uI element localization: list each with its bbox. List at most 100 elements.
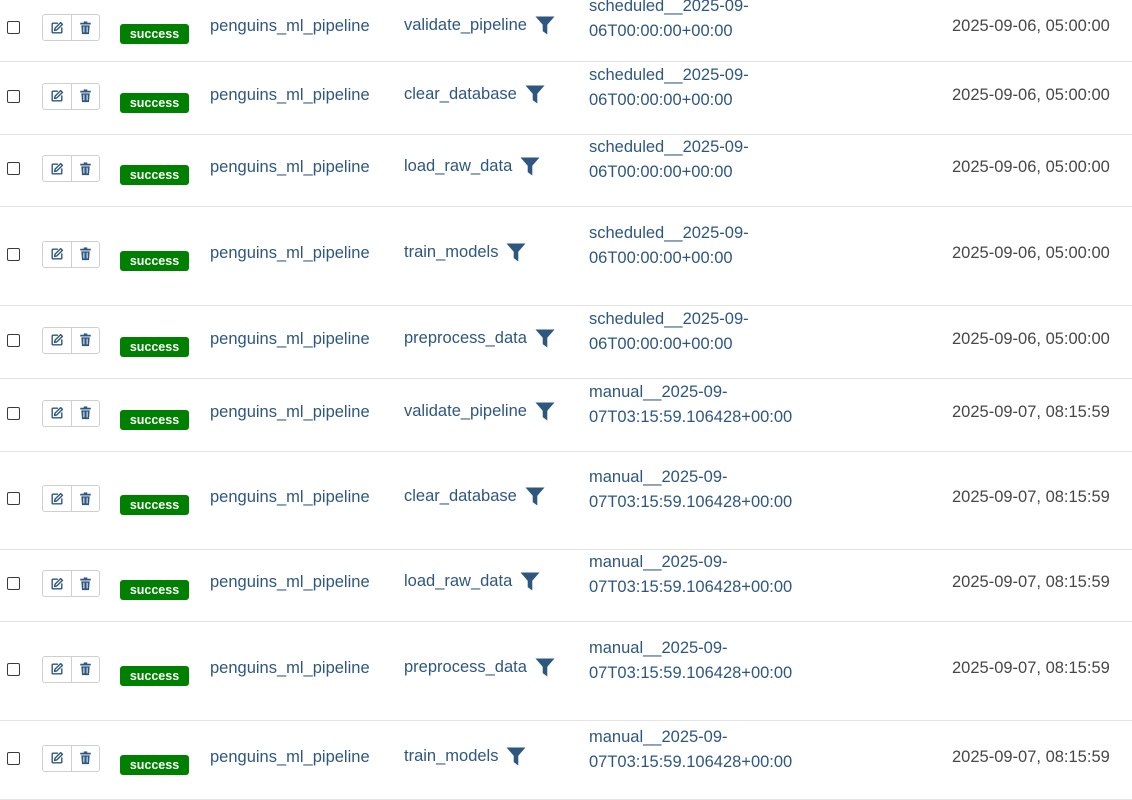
- run-id-line: 06T00:00:00+00:00: [589, 90, 733, 109]
- dag-id-link[interactable]: penguins_ml_pipeline: [210, 656, 370, 681]
- run-id-line: manual__2025-09-: [589, 382, 728, 401]
- delete-button[interactable]: [70, 656, 100, 682]
- run-id-link[interactable]: manual__2025-09- 07T03:15:59.106428+00:0…: [589, 465, 792, 515]
- run-id-line: 06T00:00:00+00:00: [589, 248, 733, 267]
- status-badge[interactable]: success: [120, 754, 189, 775]
- delete-button[interactable]: [70, 486, 100, 511]
- row-select-checkbox[interactable]: [7, 162, 20, 175]
- run-id-link[interactable]: manual__2025-09- 07T03:15:59.106428+00:0…: [589, 380, 792, 430]
- dag-id-link[interactable]: penguins_ml_pipeline: [210, 83, 370, 108]
- row-select-checkbox[interactable]: [7, 21, 20, 34]
- filter-button[interactable]: [520, 572, 540, 591]
- edit-icon: [51, 89, 63, 102]
- run-id-line: manual__2025-09-: [589, 638, 728, 657]
- task-id-cell: load_raw_data: [404, 154, 540, 179]
- status-badge[interactable]: success: [120, 580, 189, 600]
- delete-button[interactable]: [70, 745, 100, 771]
- row-select-checkbox[interactable]: [7, 89, 20, 103]
- status-badge[interactable]: success: [120, 165, 189, 185]
- run-id-link[interactable]: scheduled__2025-09- 06T00:00:00+00:00: [589, 307, 749, 357]
- edit-button[interactable]: [43, 401, 71, 426]
- row-select-checkbox[interactable]: [7, 751, 20, 765]
- run-id-link[interactable]: scheduled__2025-09- 06T00:00:00+00:00: [589, 221, 749, 271]
- status-badge[interactable]: success: [120, 665, 189, 686]
- filter-button[interactable]: [520, 157, 540, 176]
- filter-button[interactable]: [535, 402, 555, 421]
- edit-button[interactable]: [43, 657, 71, 682]
- edit-icon: [51, 492, 63, 505]
- status-badge[interactable]: success: [120, 409, 189, 430]
- delete-button[interactable]: [70, 156, 100, 181]
- funnel-icon: [520, 157, 540, 176]
- edit-button[interactable]: [43, 328, 71, 353]
- run-id-link[interactable]: scheduled__2025-09- 06T00:00:00+00:00: [589, 63, 749, 113]
- run-id-line: 07T03:15:59.106428+00:00: [589, 578, 793, 596]
- run-id-link[interactable]: manual__2025-09- 07T03:15:59.106428+00:0…: [589, 725, 792, 775]
- task-id-link[interactable]: validate_pipeline: [404, 399, 527, 424]
- delete-button[interactable]: [70, 15, 100, 40]
- task-id-link[interactable]: clear_database: [404, 82, 517, 107]
- dag-id-link[interactable]: penguins_ml_pipeline: [210, 570, 370, 595]
- delete-button[interactable]: [70, 400, 100, 426]
- run-id-link[interactable]: manual__2025-09- 07T03:15:59.106428+00:0…: [589, 550, 792, 600]
- row-actions: [42, 485, 100, 512]
- run-id-link[interactable]: scheduled__2025-09- 06T00:00:00+00:00: [589, 0, 749, 44]
- edit-button[interactable]: [43, 571, 71, 596]
- run-id-line: 07T03:15:59.106428+00:00: [589, 752, 793, 771]
- status-badge[interactable]: success: [120, 250, 189, 271]
- status-badge[interactable]: success: [120, 92, 189, 113]
- trash-icon: [80, 406, 91, 420]
- filter-button[interactable]: [525, 85, 545, 104]
- task-id-link[interactable]: train_models: [404, 744, 498, 769]
- task-id-link[interactable]: validate_pipeline: [404, 13, 527, 38]
- row-select-checkbox[interactable]: [7, 406, 20, 420]
- task-id-cell: validate_pipeline: [404, 399, 555, 424]
- filter-button[interactable]: [535, 329, 555, 348]
- edit-button[interactable]: [43, 156, 71, 181]
- edit-icon: [51, 333, 63, 346]
- logical-date: 2025-09-07, 08:15:59: [952, 488, 1110, 506]
- task-id-link[interactable]: load_raw_data: [404, 569, 512, 594]
- status-badge[interactable]: success: [120, 336, 189, 357]
- dag-id-link[interactable]: penguins_ml_pipeline: [210, 485, 370, 510]
- edit-button[interactable]: [43, 242, 71, 267]
- task-id-link[interactable]: clear_database: [404, 484, 517, 509]
- status-badge[interactable]: success: [120, 24, 189, 44]
- task-id-link[interactable]: preprocess_data: [404, 655, 527, 680]
- filter-button[interactable]: [525, 487, 545, 506]
- task-id-link[interactable]: train_models: [404, 240, 498, 265]
- dag-id-link[interactable]: penguins_ml_pipeline: [210, 241, 370, 266]
- delete-button[interactable]: [70, 327, 100, 353]
- dag-id-link[interactable]: penguins_ml_pipeline: [210, 14, 370, 39]
- run-id-link[interactable]: manual__2025-09- 07T03:15:59.106428+00:0…: [589, 636, 792, 686]
- dag-id-link[interactable]: penguins_ml_pipeline: [210, 745, 370, 770]
- run-id-link[interactable]: scheduled__2025-09- 06T00:00:00+00:00: [589, 135, 749, 185]
- filter-button[interactable]: [506, 747, 526, 766]
- delete-button[interactable]: [70, 571, 100, 596]
- dag-id-link[interactable]: penguins_ml_pipeline: [210, 400, 370, 425]
- run-id-line: 07T03:15:59.106428+00:00: [589, 407, 793, 426]
- dag-id-link[interactable]: penguins_ml_pipeline: [210, 327, 370, 352]
- filter-button[interactable]: [535, 16, 555, 35]
- edit-button[interactable]: [43, 746, 71, 771]
- status-badge[interactable]: success: [120, 495, 189, 515]
- dag-id-link[interactable]: penguins_ml_pipeline: [210, 155, 370, 180]
- task-id-link[interactable]: preprocess_data: [404, 326, 527, 351]
- row-select-checkbox[interactable]: [7, 662, 20, 676]
- row-select-checkbox[interactable]: [7, 247, 20, 261]
- funnel-icon: [525, 85, 545, 103]
- edit-button[interactable]: [43, 84, 71, 109]
- task-id-link[interactable]: load_raw_data: [404, 154, 512, 179]
- delete-button[interactable]: [70, 241, 100, 267]
- logical-date: 2025-09-07, 08:15:59: [952, 658, 1110, 677]
- delete-button[interactable]: [70, 83, 100, 109]
- edit-button[interactable]: [43, 486, 71, 511]
- logical-date: 2025-09-06, 05:00:00: [952, 158, 1110, 176]
- filter-button[interactable]: [506, 243, 526, 262]
- row-select-checkbox[interactable]: [7, 492, 20, 505]
- edit-button[interactable]: [43, 15, 71, 40]
- row-select-checkbox[interactable]: [7, 333, 20, 347]
- row-select-checkbox[interactable]: [7, 577, 20, 590]
- filter-button[interactable]: [535, 658, 555, 677]
- trash-icon: [80, 161, 91, 175]
